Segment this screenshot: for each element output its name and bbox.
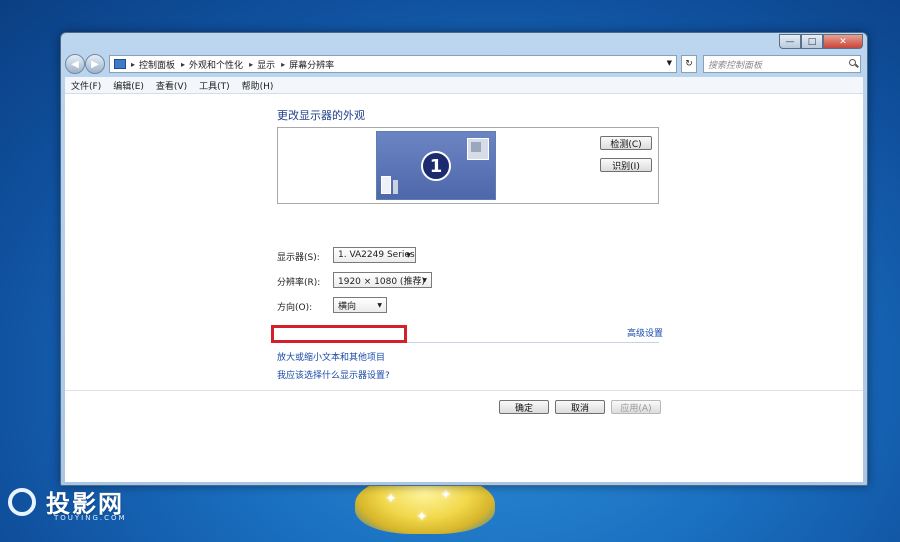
monitor-1-thumbnail[interactable]: 1 <box>376 131 496 200</box>
sparkle-icon: ✦ <box>385 491 397 507</box>
watermark-ring-icon <box>8 488 36 516</box>
address-dropdown-icon[interactable]: ▼ <box>667 59 672 67</box>
control-panel-icon <box>114 59 126 69</box>
monitor-number-badge: 1 <box>421 151 451 181</box>
main-content: 更改显示器的外观 1 检测(C) 识别(I) 显示器(S): 1. VA2249… <box>65 94 863 482</box>
menu-edit[interactable]: 编辑(E) <box>113 79 144 92</box>
mini-document-icon <box>381 176 391 194</box>
breadcrumb-display[interactable]: 显示 <box>257 58 275 71</box>
detect-button[interactable]: 检测(C) <box>600 136 652 150</box>
chevron-down-icon: ▼ <box>406 252 411 259</box>
menu-tools[interactable]: 工具(T) <box>199 79 230 92</box>
minimize-button[interactable]: — <box>779 34 801 49</box>
monitor-preview-panel: 1 检测(C) 识别(I) <box>277 127 659 204</box>
watermark-subtext: TOUYING.COM <box>54 514 127 522</box>
search-placeholder: 搜索控制面板 <box>708 60 763 71</box>
resolution-label: 分辨率(R): <box>277 278 321 288</box>
highlight-annotation <box>271 325 407 343</box>
display-select[interactable]: 1. VA2249 Series ▼ <box>333 247 416 263</box>
breadcrumb-appearance[interactable]: 外观和个性化 <box>189 58 243 71</box>
close-button[interactable]: ✕ <box>823 34 863 49</box>
menu-help[interactable]: 帮助(H) <box>242 79 274 92</box>
back-button[interactable]: ◀ <box>65 54 85 74</box>
sparkle-icon: ✦ <box>416 509 428 525</box>
display-value: 1. VA2249 Series <box>338 250 415 260</box>
mini-window-icon <box>467 138 489 160</box>
page-title: 更改显示器的外观 <box>277 109 365 122</box>
display-help-link[interactable]: 我应该选择什么显示器设置? <box>277 368 390 381</box>
orientation-select[interactable]: 横向 ▼ <box>333 297 387 313</box>
mini-bar-icon <box>393 180 398 194</box>
apply-button[interactable]: 应用(A) <box>611 400 661 414</box>
window-controls: — □ ✕ <box>779 34 863 49</box>
menu-bar: 文件(F) 编辑(E) 查看(V) 工具(T) 帮助(H) <box>65 77 863 94</box>
cancel-button[interactable]: 取消 <box>555 400 605 414</box>
identify-button[interactable]: 识别(I) <box>600 158 652 172</box>
chevron-down-icon: ▼ <box>422 277 427 284</box>
navigation-bar: ◀ ▶ ▸ 控制面板 ▸ 外观和个性化 ▸ 显示 ▸ 屏幕分辨率 ▼ ↻ 搜索控… <box>65 53 863 75</box>
watermark-logo: 投影网 TOUYING.COM <box>6 482 166 532</box>
orientation-value: 横向 <box>338 301 357 312</box>
search-icon[interactable] <box>849 59 856 66</box>
forward-button[interactable]: ▶ <box>85 54 105 74</box>
sparkle-icon: ✦ <box>440 487 452 503</box>
display-label: 显示器(S): <box>277 253 320 263</box>
address-bar[interactable]: ▸ 控制面板 ▸ 外观和个性化 ▸ 显示 ▸ 屏幕分辨率 ▼ <box>109 55 677 73</box>
breadcrumb-control-panel[interactable]: 控制面板 <box>139 58 175 71</box>
resolution-select[interactable]: 1920 × 1080 (推荐) ▼ <box>333 272 432 288</box>
search-input[interactable]: 搜索控制面板 <box>703 55 861 73</box>
orientation-label: 方向(O): <box>277 303 313 313</box>
resolution-value: 1920 × 1080 (推荐) <box>338 276 425 287</box>
footer-divider <box>65 390 863 391</box>
chevron-down-icon: ▼ <box>377 302 382 309</box>
ok-button[interactable]: 确定 <box>499 400 549 414</box>
maximize-button[interactable]: □ <box>801 34 823 49</box>
advanced-settings-link[interactable]: 高级设置 <box>627 326 663 339</box>
breadcrumb-separator: ▸ <box>281 59 286 69</box>
breadcrumb-separator: ▸ <box>131 59 136 69</box>
menu-view[interactable]: 查看(V) <box>156 79 187 92</box>
text-size-link[interactable]: 放大或缩小文本和其他项目 <box>277 350 385 363</box>
breadcrumb-separator: ▸ <box>249 59 254 69</box>
breadcrumb-screen-resolution[interactable]: 屏幕分辨率 <box>289 58 334 71</box>
menu-file[interactable]: 文件(F) <box>71 79 101 92</box>
refresh-button[interactable]: ↻ <box>681 55 697 73</box>
breadcrumb-separator: ▸ <box>181 59 186 69</box>
control-panel-window: — □ ✕ ◀ ▶ ▸ 控制面板 ▸ 外观和个性化 ▸ 显示 ▸ 屏幕分辨率 ▼… <box>60 32 868 486</box>
